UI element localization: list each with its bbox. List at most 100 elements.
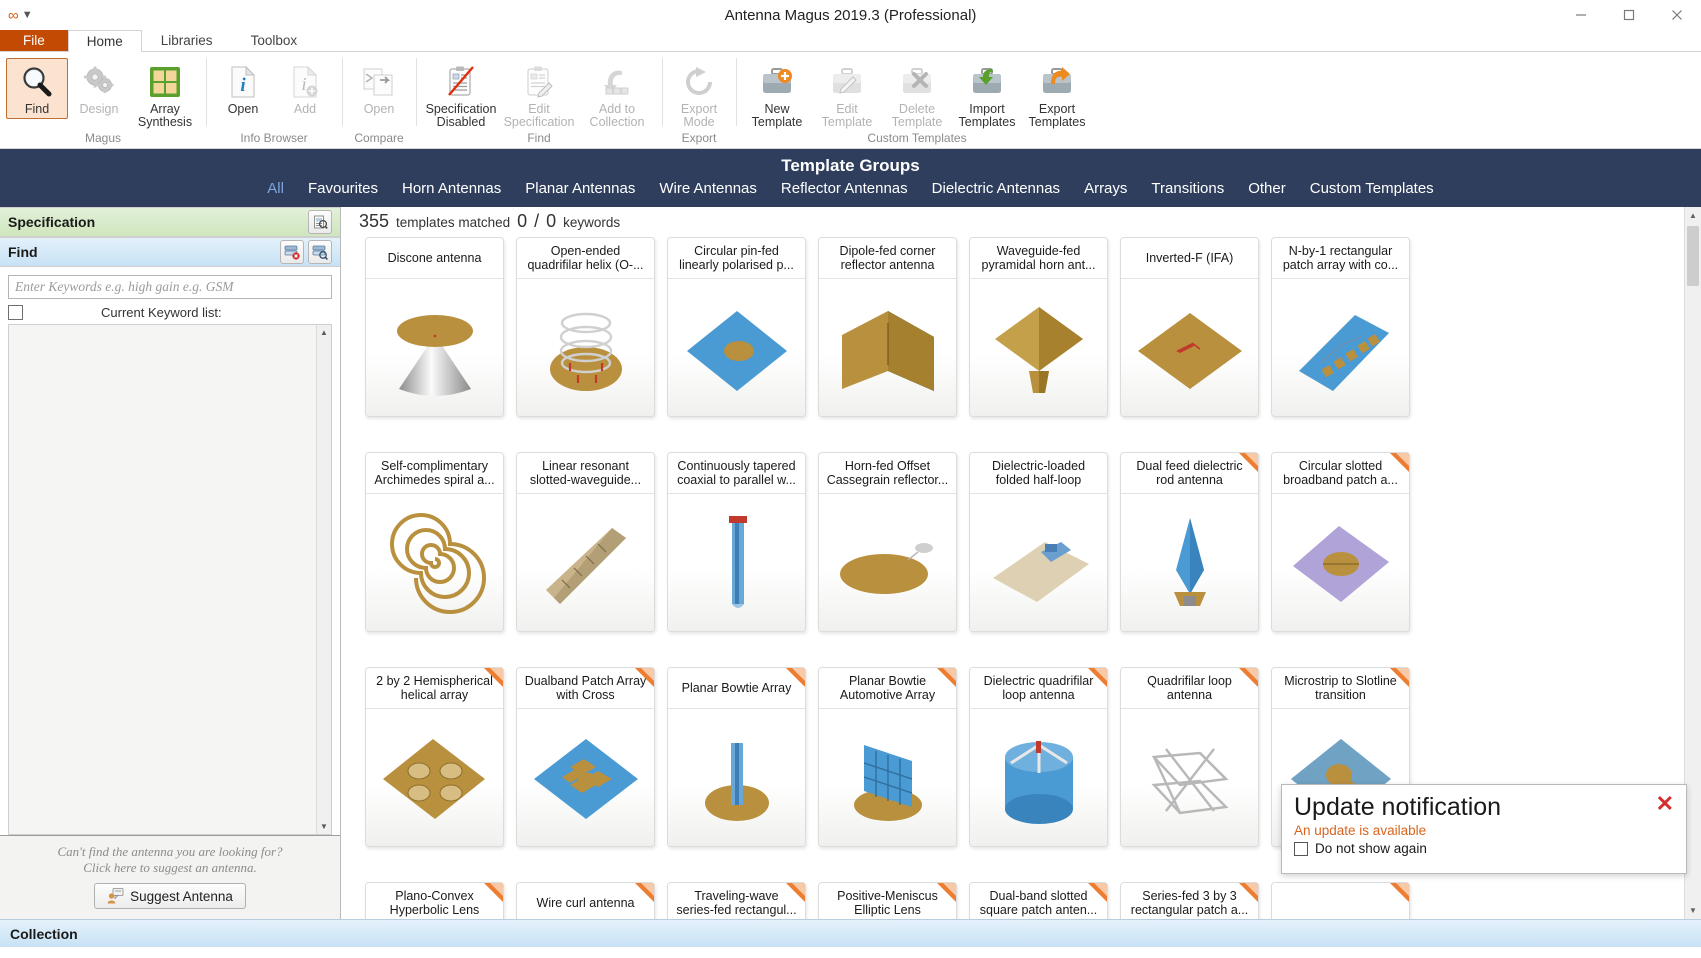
template-card[interactable]: Open-ended quadrifilar helix (O-... [516, 237, 655, 417]
group-transitions[interactable]: Transitions [1139, 180, 1236, 197]
template-card[interactable]: Planar Bowtie Automotive Array [818, 667, 957, 847]
template-thumbnail [1121, 709, 1258, 846]
keyword-scroll-down-arrow[interactable]: ▼ [317, 819, 331, 834]
find-button-label: Find [24, 102, 50, 116]
close-icon[interactable]: ✕ [1656, 793, 1674, 815]
template-card[interactable]: Horn-fed Offset Cassegrain reflector... [818, 452, 957, 632]
clear-keywords-icon[interactable] [280, 240, 304, 264]
array-synthesis-button[interactable]: Array Synthesis [130, 58, 200, 132]
group-favourites[interactable]: Favourites [296, 180, 390, 197]
template-card[interactable]: Traveling-wave series-fed rectangul... [667, 882, 806, 919]
info-open-button[interactable]: i Open [212, 58, 274, 119]
template-card[interactable]: Quadrifilar loop antenna [1120, 667, 1259, 847]
template-thumbnail [1272, 494, 1409, 631]
clipboard-edit-icon [523, 63, 555, 101]
template-card[interactable]: Circular slotted broadband patch a... [1271, 452, 1410, 632]
group-arrays[interactable]: Arrays [1072, 180, 1139, 197]
tab-file[interactable]: File [0, 29, 68, 51]
template-card[interactable]: 2 by 2 Hemispherical helical array [365, 667, 504, 847]
scrollbar-thumb[interactable] [1687, 226, 1699, 286]
template-card-title: Dielectric-loaded folded half-loop [970, 453, 1107, 494]
edit-specification-button[interactable]: Edit Specification [500, 58, 578, 132]
template-thumbnail [668, 279, 805, 416]
search-keywords-icon[interactable] [308, 240, 332, 264]
ribbon-group-compare: Open Compare [342, 52, 416, 148]
keywords-separator: / [534, 211, 540, 231]
edit-template-button[interactable]: Edit Template [812, 58, 882, 132]
template-card[interactable]: Dipole-fed corner reflector antenna [818, 237, 957, 417]
group-wire-antennas[interactable]: Wire Antennas [647, 180, 769, 197]
group-horn-antennas[interactable]: Horn Antennas [390, 180, 513, 197]
template-card[interactable]: Inverted-F (IFA) [1120, 237, 1259, 417]
find-panel-title: Find [8, 244, 38, 260]
import-templates-button[interactable]: Import Templates [952, 58, 1022, 132]
keyword-scroll-up-arrow[interactable]: ▲ [317, 325, 331, 340]
template-card[interactable]: Dual-band slotted square patch anten... [969, 882, 1108, 919]
template-card[interactable]: Dualband Patch Array with Cross [516, 667, 655, 847]
design-button[interactable]: Design [68, 58, 130, 119]
template-card[interactable]: Planar Bowtie Array [667, 667, 806, 847]
template-card[interactable]: Self-complimentary Archimedes spiral a..… [365, 452, 504, 632]
group-all[interactable]: All [255, 180, 296, 197]
template-card[interactable]: Plano-Convex Hyperbolic Lens [365, 882, 504, 919]
find-button[interactable]: Find [6, 58, 68, 119]
do-not-show-again-label: Do not show again [1315, 841, 1427, 856]
specification-disabled-button[interactable]: Specification Disabled [422, 58, 500, 132]
keyword-search-input[interactable]: Enter Keywords e.g. high gain e.g. GSM [8, 275, 332, 299]
template-card[interactable]: Linear resonant slotted-waveguide... [516, 452, 655, 632]
template-card[interactable]: Series-fed 3 by 3 rectangular patch a... [1120, 882, 1259, 919]
group-reflector-antennas[interactable]: Reflector Antennas [769, 180, 920, 197]
minimize-button[interactable] [1557, 0, 1605, 30]
new-template-button[interactable]: New Template [742, 58, 812, 132]
template-card[interactable]: Dielectric-loaded folded half-loop [969, 452, 1108, 632]
template-card-title: Positive-Meniscus Elliptic Lens [819, 883, 956, 919]
group-dielectric-antennas[interactable]: Dielectric Antennas [920, 180, 1072, 197]
export-mode-button[interactable]: Export Mode [668, 58, 730, 132]
compare-arrows-icon [362, 63, 396, 101]
keyword-select-all-checkbox[interactable] [8, 305, 23, 320]
chevron-down-icon[interactable]: ▼ [22, 9, 33, 21]
ribbon-group-custom-templates: New Template Edit Template Delete Templa… [736, 52, 1098, 148]
custom-template-flag-icon [786, 668, 805, 687]
info-add-button[interactable]: i Add [274, 58, 336, 119]
template-card[interactable]: Circular pin-fed linearly polarised p... [667, 237, 806, 417]
suggest-antenna-button[interactable]: Suggest Antenna [94, 883, 246, 909]
template-thumbnail [819, 709, 956, 846]
specification-preview-icon[interactable] [308, 210, 332, 234]
tab-libraries[interactable]: Libraries [142, 29, 232, 51]
group-custom-templates[interactable]: Custom Templates [1298, 180, 1446, 197]
template-card[interactable]: Wire curl antenna [516, 882, 655, 919]
scroll-up-arrow[interactable]: ▲ [1685, 207, 1701, 224]
template-card-title: Circular pin-fed linearly polarised p... [668, 238, 805, 279]
template-card-title: Self-complimentary Archimedes spiral a..… [366, 453, 503, 494]
template-thumbnail [366, 709, 503, 846]
scroll-down-arrow[interactable]: ▼ [1685, 902, 1701, 919]
template-card[interactable]: Waveguide-fed pyramidal horn ant... [969, 237, 1108, 417]
template-card[interactable]: Dual feed dielectric rod antenna [1120, 452, 1259, 632]
custom-template-flag-icon [484, 668, 503, 687]
compare-open-button[interactable]: Open [348, 58, 410, 119]
close-button[interactable] [1653, 0, 1701, 30]
compare-open-button-label: Open [363, 102, 395, 116]
template-card[interactable]: Continuously tapered coaxial to parallel… [667, 452, 806, 632]
group-planar-antennas[interactable]: Planar Antennas [513, 180, 647, 197]
quick-access-toolbar[interactable]: ∞ ▼ [0, 8, 33, 23]
template-card[interactable]: Positive-Meniscus Elliptic Lens [818, 882, 957, 919]
tab-home[interactable]: Home [67, 30, 142, 52]
do-not-show-again-checkbox[interactable] [1294, 841, 1308, 856]
ribbon-group-export-label: Export [681, 131, 717, 145]
tab-toolbox[interactable]: Toolbox [232, 29, 317, 51]
group-other[interactable]: Other [1236, 180, 1298, 197]
template-card[interactable]: N-by-1 rectangular patch array with co..… [1271, 237, 1410, 417]
delete-template-button[interactable]: Delete Template [882, 58, 952, 132]
export-templates-button[interactable]: Export Templates [1022, 58, 1092, 132]
template-card[interactable]: Discone antenna [365, 237, 504, 417]
template-card[interactable] [1271, 882, 1410, 919]
ribbon-group-export: Export Mode Export [662, 52, 736, 148]
collection-bar[interactable]: Collection [0, 919, 1701, 947]
maximize-button[interactable] [1605, 0, 1653, 30]
template-card[interactable]: Dielectric quadrifilar loop antenna [969, 667, 1108, 847]
add-to-collection-button[interactable]: Add to Collection [578, 58, 656, 132]
keyword-list-scrollbar[interactable]: ▲ ▼ [316, 325, 331, 834]
scrollbar-track[interactable] [1685, 224, 1701, 902]
